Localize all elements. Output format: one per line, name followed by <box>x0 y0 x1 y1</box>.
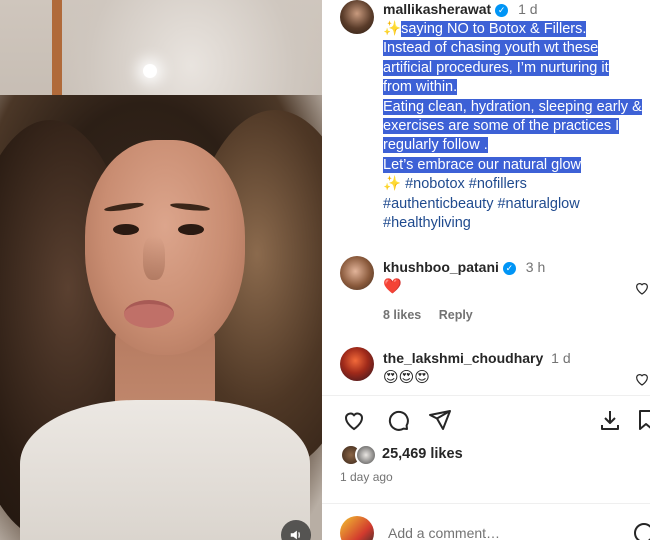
caption-line: saying NO to Botox & Fillers. <box>401 21 587 37</box>
avatar <box>355 444 377 466</box>
save-icon[interactable] <box>632 406 650 434</box>
verified-badge-icon: ✓ <box>502 261 516 275</box>
comment-text: 😍😍😍 <box>383 369 430 386</box>
post-username[interactable]: mallikasherawat <box>383 1 491 17</box>
divider <box>322 503 650 504</box>
likes-count[interactable]: 25,469 likes <box>382 446 463 462</box>
comment-username[interactable]: the_lakshmi_choudhary <box>383 350 543 366</box>
post-caption: ✨saying NO to Botox & Fillers. Instead o… <box>383 20 650 233</box>
comment-like-heart-icon[interactable] <box>634 371 650 387</box>
comment-username[interactable]: khushboo_patani <box>383 259 499 275</box>
comment-header: the_lakshmi_choudhary 1 d <box>383 349 571 367</box>
post-date: 1 day ago <box>340 470 393 484</box>
post-header: mallikasherawat ✓ 1 d <box>383 0 538 18</box>
comment-like-heart-icon[interactable] <box>634 280 650 296</box>
caption-line: Instead of chasing youth wt these <box>383 40 599 57</box>
video-nose <box>143 236 165 280</box>
comment-header: khushboo_patani ✓ 3 h <box>383 258 545 276</box>
hashtag-link[interactable]: #nobotox #nofillers <box>405 176 527 192</box>
emoji-icon[interactable] <box>634 523 650 540</box>
sparkles-icon: ✨ <box>383 176 402 193</box>
action-bar <box>340 406 650 436</box>
comment-time: 1 d <box>551 350 571 366</box>
reply-button[interactable]: Reply <box>439 308 473 322</box>
hashtag-link[interactable]: #authenticbeauty #naturalglow <box>383 196 580 212</box>
avatar[interactable] <box>340 0 374 34</box>
video-ceiling-light <box>143 64 157 78</box>
post-video[interactable] <box>0 0 322 540</box>
download-icon[interactable] <box>596 406 624 434</box>
avatar[interactable] <box>340 347 374 381</box>
avatar[interactable] <box>340 256 374 290</box>
caption-line: from within. <box>383 79 458 96</box>
post-panel: mallikasherawat ✓ 1 d ✨saying NO to Botox… <box>322 0 650 540</box>
caption-line: Let’s embrace our natural glow <box>383 156 582 173</box>
comment-meta: 8 likes Reply <box>383 308 487 322</box>
video-eye <box>178 224 204 235</box>
verified-badge-icon: ✓ <box>495 3 509 17</box>
caption-line: artificial procedures, I’m nurturing it <box>383 59 609 76</box>
comment-text: ❤️ <box>383 278 402 295</box>
hashtag-link[interactable]: #healthyliving <box>383 215 471 231</box>
post-time: 1 d <box>518 1 538 17</box>
comment-time: 3 h <box>525 259 546 275</box>
comment-icon[interactable] <box>384 406 412 434</box>
video-robe <box>20 400 310 540</box>
caption-line: regularly follow . <box>383 137 488 154</box>
caption-line: exercises are some of the practices I <box>383 118 620 135</box>
heart-icon[interactable] <box>340 406 368 434</box>
video-eye <box>113 224 139 235</box>
avatar <box>340 516 374 540</box>
sparkles-icon: ✨ <box>383 21 402 37</box>
caption-line: Eating clean, hydration, sleeping early … <box>383 98 642 115</box>
comment-likes[interactable]: 8 likes <box>383 308 421 322</box>
divider <box>322 395 650 396</box>
share-icon[interactable] <box>426 406 454 434</box>
video-mouth <box>124 300 174 328</box>
comment-input[interactable]: Add a comment… <box>388 525 500 540</box>
